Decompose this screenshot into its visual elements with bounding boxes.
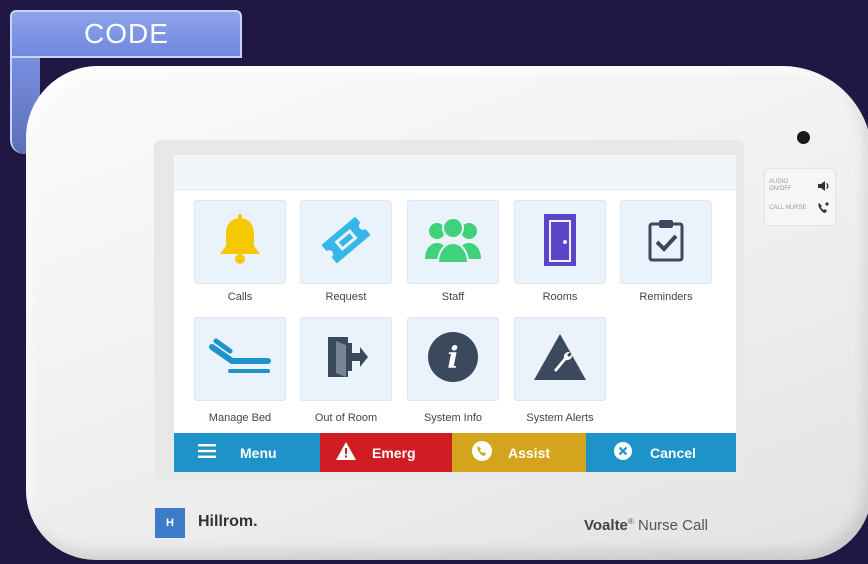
door-icon: [540, 212, 580, 273]
tile-request[interactable]: [300, 200, 392, 284]
code-button[interactable]: CODE: [10, 10, 242, 58]
screen-header: [174, 155, 736, 190]
tile-staff-label: Staff: [441, 291, 465, 303]
tile-system-info-label: System Info: [423, 412, 483, 424]
phone-arrow-icon: [815, 200, 831, 216]
tile-system-alerts[interactable]: [514, 317, 606, 401]
audio-toggle-button[interactable]: AUDIO ON/OFF: [769, 175, 831, 197]
side-button-panel: AUDIO ON/OFF CALL NURSE: [764, 168, 836, 226]
ticket-icon: [318, 214, 374, 271]
tile-out-of-room[interactable]: [300, 317, 392, 401]
info-icon: i: [426, 330, 480, 389]
tile-reminders[interactable]: [620, 200, 712, 284]
product-name-bold: Voalte: [584, 517, 628, 534]
speaker-icon: [815, 178, 831, 194]
tile-manage-bed-label: Manage Bed: [208, 412, 272, 424]
bell-icon: [216, 213, 264, 271]
brand-name: Hillrom.: [198, 513, 258, 530]
staff-group-icon: [422, 215, 484, 270]
camera-icon: [797, 131, 810, 144]
logo-text: H: [166, 517, 174, 529]
close-circle-icon: [614, 442, 632, 463]
tile-rooms-label: Rooms: [542, 291, 578, 303]
cancel-label: Cancel: [650, 444, 696, 461]
clipboard-check-icon: [646, 218, 686, 267]
touch-screen: Calls Request Staff Rooms Reminders Mana…: [174, 155, 736, 472]
tile-rooms[interactable]: [514, 200, 606, 284]
tile-request-label: Request: [325, 291, 367, 303]
phone-icon: [472, 441, 492, 464]
svg-text:i: i: [447, 341, 458, 376]
tile-system-info[interactable]: i: [407, 317, 499, 401]
audio-toggle-label: AUDIO ON/OFF: [769, 179, 792, 192]
alert-wrench-icon: [532, 332, 588, 387]
hillrom-logo: H: [155, 508, 185, 538]
tile-calls[interactable]: [194, 200, 286, 284]
emergency-label: Emerg: [372, 444, 416, 461]
exit-door-icon: [324, 333, 368, 386]
bottom-action-bar: Menu Emerg Assist Cancel: [174, 433, 736, 472]
cancel-button[interactable]: Cancel: [586, 433, 736, 472]
tile-staff[interactable]: [407, 200, 499, 284]
call-nurse-label: CALL NURSE: [769, 204, 807, 211]
tile-reminders-label: Reminders: [639, 291, 693, 303]
hamburger-icon: [198, 444, 216, 461]
tile-system-alerts-label: System Alerts: [526, 412, 594, 424]
code-label: CODE: [84, 18, 169, 49]
tile-manage-bed[interactable]: [194, 317, 286, 401]
emergency-button[interactable]: Emerg: [320, 433, 452, 472]
menu-button[interactable]: Menu: [174, 433, 320, 472]
bed-icon: [208, 337, 272, 382]
call-nurse-button[interactable]: CALL NURSE: [769, 197, 831, 219]
assist-label: Assist: [508, 444, 551, 461]
menu-label: Menu: [240, 444, 277, 461]
product-name-rest: Nurse Call: [633, 517, 708, 534]
product-name: Voalte® Nurse Call: [584, 517, 708, 534]
assist-button[interactable]: Assist: [452, 433, 586, 472]
tile-out-of-room-label: Out of Room: [314, 412, 378, 424]
warning-icon: [336, 442, 356, 463]
tile-calls-label: Calls: [227, 291, 253, 303]
